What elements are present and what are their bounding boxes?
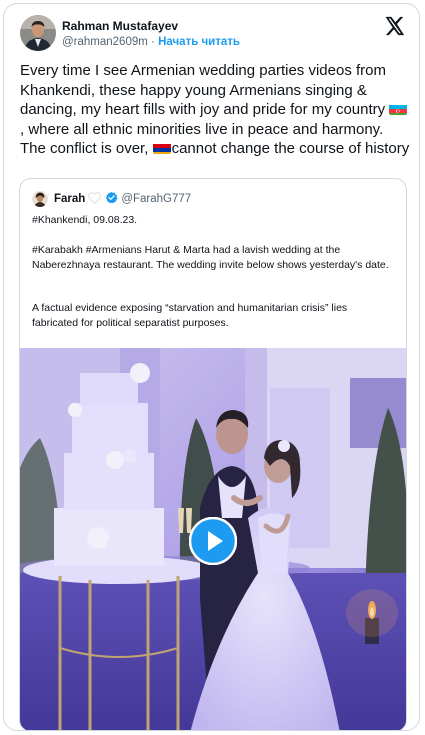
meta-separator: · bbox=[147, 36, 159, 48]
tweet-text-main: Every time I see Armenian wedding partie… bbox=[20, 62, 390, 119]
quoted-tweet-paragraph2: #Karabakh #Armenians Harut & Marta had a… bbox=[32, 244, 389, 271]
quoted-author-name[interactable]: Farah bbox=[54, 193, 85, 205]
follow-button[interactable]: Начать читать bbox=[158, 36, 240, 48]
verified-badge-icon bbox=[105, 191, 118, 207]
author-name[interactable]: Rahman Mustafayev bbox=[62, 19, 178, 33]
author-avatar[interactable] bbox=[20, 15, 56, 51]
video-player[interactable] bbox=[20, 348, 406, 730]
quoted-tweet-paragraph3: A factual evidence exposing “starvation … bbox=[32, 302, 348, 329]
play-icon[interactable] bbox=[188, 516, 238, 566]
white-heart-icon bbox=[88, 191, 102, 207]
tweet-text: Every time I see Armenian wedding partie… bbox=[20, 61, 412, 159]
quoted-tweet-header: Farah @FarahG777 bbox=[32, 190, 191, 208]
azerbaijan-flag-icon bbox=[389, 103, 408, 116]
tweet-text-end: cannot change the course of history bbox=[171, 140, 410, 158]
quoted-tweet-line1: #Khankendi, 09.08.23. bbox=[32, 214, 138, 226]
quoted-tweet[interactable]: Farah @FarahG777 #Khankendi, 09.08.23. #… bbox=[19, 178, 407, 730]
author-meta: @rahman2609m · Начать читать bbox=[62, 36, 240, 48]
x-logo-icon[interactable] bbox=[383, 15, 405, 37]
quoted-author-handle[interactable]: @FarahG777 bbox=[121, 193, 191, 205]
tweet-card[interactable]: Rahman Mustafayev @rahman2609m · Начать … bbox=[3, 3, 420, 731]
quoted-author-avatar[interactable] bbox=[32, 191, 48, 207]
author-handle[interactable]: @rahman2609m bbox=[62, 36, 148, 48]
armenia-flag-icon bbox=[152, 142, 171, 155]
